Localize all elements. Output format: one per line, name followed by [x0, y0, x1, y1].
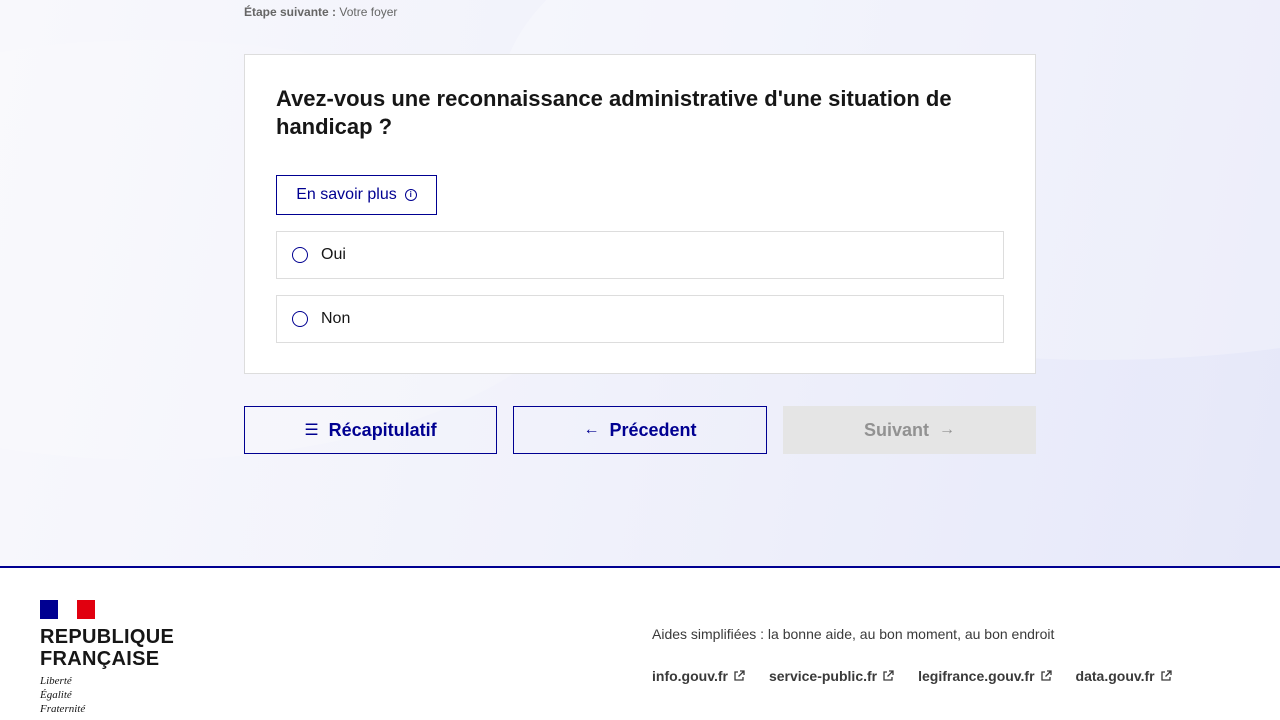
french-flag-logo [40, 600, 95, 619]
brand-line-2: FRANÇAISE [40, 648, 160, 670]
recap-button[interactable]: ☰ Récapitulatif [244, 406, 497, 454]
footer-link-service-public[interactable]: service-public.fr [769, 668, 894, 684]
next-step-indicator: Étape suivante : Votre foyer [244, 5, 397, 19]
question-title: Avez-vous une reconnaissance administrat… [276, 86, 952, 139]
more-info-label: En savoir plus [296, 186, 397, 203]
footer-link-data-gouv[interactable]: data.gouv.fr [1076, 668, 1172, 684]
next-button[interactable]: Suivant → [783, 406, 1036, 454]
recap-label: Récapitulatif [328, 419, 437, 440]
footer-link-label: data.gouv.fr [1075, 668, 1155, 684]
option-oui[interactable]: Oui [276, 231, 1004, 279]
arrow-left-icon: ← [583, 421, 600, 438]
external-link-icon [734, 670, 745, 681]
footer-link-label: service-public.fr [768, 668, 878, 684]
radio-button[interactable] [292, 311, 308, 327]
footer-link-legifrance[interactable]: legifrance.gouv.fr [918, 668, 1052, 684]
footer-link-label: legifrance.gouv.fr [918, 668, 1035, 684]
previous-button[interactable]: ← Précedent [513, 406, 767, 454]
menu-icon: ☰ [304, 422, 319, 439]
option-label: Non [321, 310, 351, 327]
external-link-icon [1040, 670, 1052, 681]
info-icon: i [404, 189, 417, 201]
brand-line-1: REPUBLIQUE [40, 626, 175, 648]
previous-label: Précedent [609, 419, 697, 440]
radio-button[interactable] [292, 247, 308, 263]
option-label: Oui [321, 246, 346, 263]
question-card: Avez-vous une reconnaissance administrat… [244, 54, 1036, 374]
option-non[interactable]: Non [276, 295, 1004, 343]
external-link-icon [883, 670, 894, 681]
next-step-label: Étape suivante : [244, 5, 337, 19]
footer-link-label: info.gouv.fr [652, 668, 728, 684]
footer-links: info.gouv.fr service-public.fr legifranc… [652, 668, 1172, 684]
motto-line: Égalité [40, 689, 72, 701]
arrow-right-icon: → [939, 421, 955, 438]
footer-description: Aides simplifiées : la bonne aide, au bo… [652, 626, 1055, 642]
republique-francaise-brand: REPUBLIQUE FRANÇAISE [40, 626, 200, 670]
next-step-value: Votre foyer [339, 5, 398, 19]
footer: REPUBLIQUE FRANÇAISE Liberté Égalité Fra… [0, 566, 1280, 720]
next-label: Suivant [863, 419, 929, 440]
motto: Liberté Égalité Fraternité [40, 674, 85, 716]
motto-line: Fraternité [40, 703, 86, 715]
external-link-icon [1160, 670, 1172, 681]
motto-line: Liberté [40, 675, 72, 687]
more-info-button[interactable]: En savoir plus i [276, 175, 437, 215]
footer-link-info-gouv[interactable]: info.gouv.fr [652, 668, 745, 684]
